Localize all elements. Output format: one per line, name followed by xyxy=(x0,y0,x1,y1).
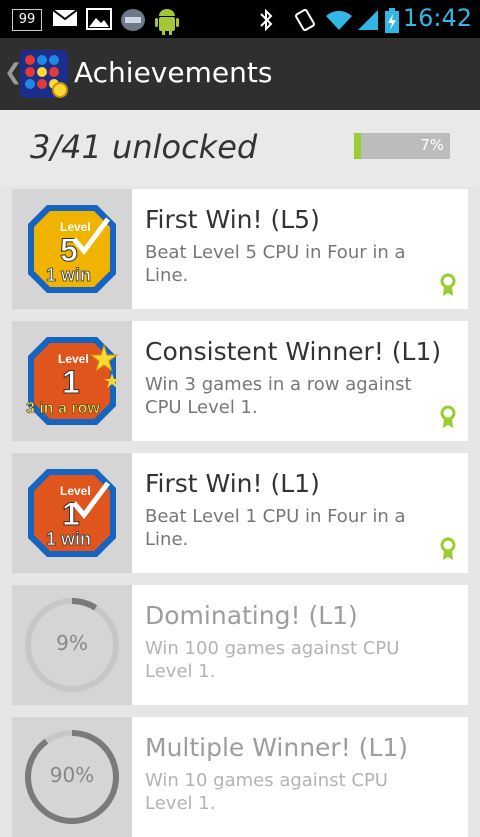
award-ribbon-icon xyxy=(440,273,456,296)
achievement-title: Multiple Winner! (L1) xyxy=(145,733,409,762)
achievement-badge: Level 5 1 win xyxy=(12,189,132,309)
achievement-description: Beat Level 1 CPU in Four in a Line. xyxy=(145,506,406,550)
achievement-description: Win 3 games in a row against CPU Level 1… xyxy=(145,374,412,418)
progress-label: 7% xyxy=(420,136,444,154)
badge-number: 1 xyxy=(62,364,80,400)
achievement-card[interactable]: Level 1 1 win First Win! (L1) Beat Level… xyxy=(12,453,468,573)
achievement-title: First Win! (L5) xyxy=(145,205,320,234)
android-icon xyxy=(155,9,179,35)
badge-bottom-text: 1 win xyxy=(46,529,91,549)
progress-percent: 9% xyxy=(56,631,88,655)
achievement-progress-ring: 90% xyxy=(12,717,132,837)
achievement-card[interactable]: Level 5 1 win First Win! (L5) Beat Level… xyxy=(12,189,468,309)
level-badge-icon: Level 1 1 win xyxy=(28,469,116,557)
action-bar: ❮ Achievements xyxy=(0,38,480,110)
achievement-title: Consistent Winner! (L1) xyxy=(145,337,442,366)
badge-number: 5 xyxy=(60,232,78,268)
sd-card-icon xyxy=(121,9,145,31)
badge-bottom-text: 3 in a row xyxy=(26,400,100,417)
award-ribbon-icon xyxy=(440,405,456,428)
award-ribbon-icon xyxy=(440,537,456,560)
achievement-progress-ring: 9% xyxy=(12,585,132,705)
achievement-description: Beat Level 5 CPU in Four in a Line. xyxy=(145,242,406,286)
achievement-card[interactable]: 90% Multiple Winner! (L1) Win 10 games a… xyxy=(12,717,468,837)
badge-number: 1 xyxy=(62,496,80,532)
bluetooth-icon xyxy=(260,8,273,32)
achievement-card[interactable]: Level 1 3 in a row Consistent Winner! (L… xyxy=(12,321,468,441)
progress-fill xyxy=(354,133,361,159)
achievement-title: Dominating! (L1) xyxy=(145,601,358,630)
achievement-summary: 3/41 unlocked 7% xyxy=(0,110,480,186)
overall-progress-bar: 7% xyxy=(354,133,450,159)
achievement-badge: Level 1 3 in a row xyxy=(12,321,132,441)
image-icon xyxy=(86,8,112,30)
notification-count-badge: 99 xyxy=(12,9,42,31)
four-in-a-line-logo-icon[interactable] xyxy=(20,50,68,98)
page-title: Achievements xyxy=(74,56,273,89)
unlocked-count: 3/41 unlocked xyxy=(30,128,258,166)
badge-bottom-text: 1 win xyxy=(46,265,91,285)
achievement-badge: Level 1 1 win xyxy=(12,453,132,573)
vibrate-icon xyxy=(295,8,315,32)
signal-icon xyxy=(358,10,378,30)
battery-charging-icon xyxy=(385,8,399,33)
achievement-description: Win 100 games against CPU Level 1. xyxy=(145,638,400,682)
achievement-description: Win 10 games against CPU Level 1. xyxy=(145,770,388,814)
clock-time: 16:42 xyxy=(402,4,472,32)
progress-percent: 90% xyxy=(49,763,95,787)
achievement-card[interactable]: 9% Dominating! (L1) Win 100 games agains… xyxy=(12,585,468,705)
status-bar: 99 16:42 xyxy=(0,0,480,38)
achievement-title: First Win! (L1) xyxy=(145,469,320,498)
mail-icon xyxy=(52,9,78,26)
level-badge-icon: Level 1 3 in a row xyxy=(26,337,120,425)
level-badge-icon: Level 5 1 win xyxy=(28,205,116,293)
wifi-icon xyxy=(326,10,352,30)
